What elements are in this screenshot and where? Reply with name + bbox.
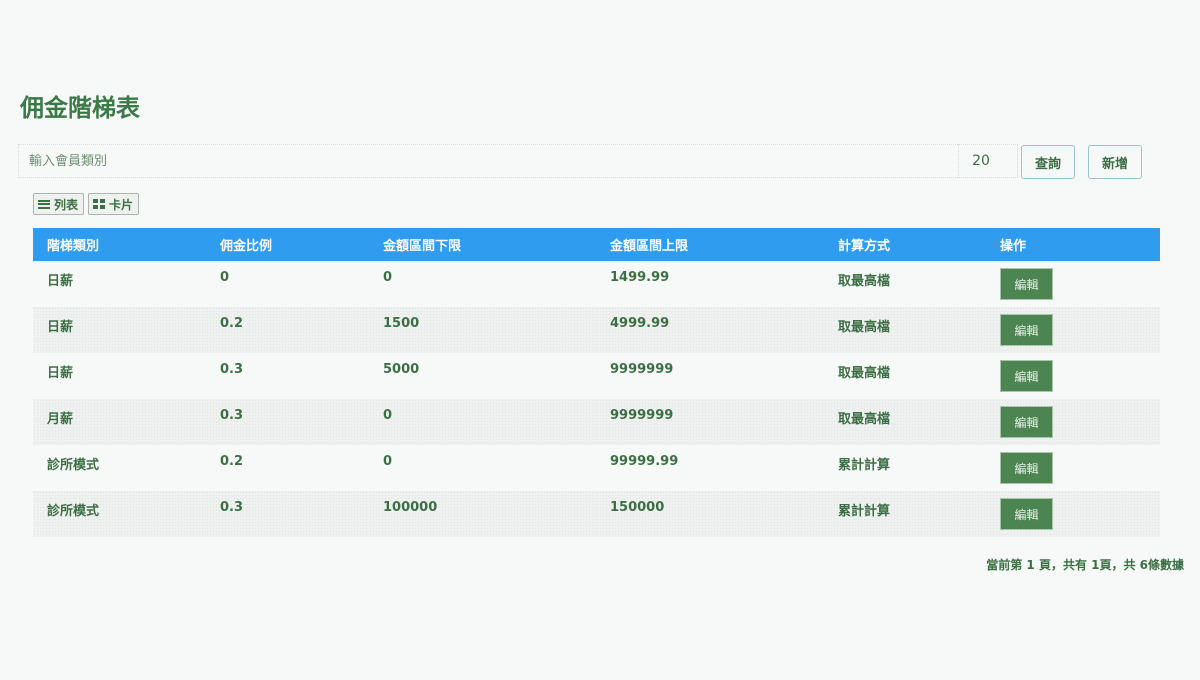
grid-icon: [93, 199, 105, 209]
table-cell: 9999999: [596, 399, 824, 445]
action-cell: 編輯: [986, 445, 1160, 491]
card-view-label: 卡片: [109, 197, 134, 212]
action-cell: 編輯: [986, 261, 1160, 307]
add-button[interactable]: 新增: [1088, 145, 1142, 179]
action-cell: 編輯: [986, 307, 1160, 353]
pagination-info: 當前第 1 頁，共有 1頁，共 6條數據: [986, 558, 1184, 572]
table-cell: 4999.99: [596, 307, 824, 353]
table-cell: 累計計算: [824, 491, 986, 537]
table-cell: 9999999: [596, 353, 824, 399]
edit-button[interactable]: 編輯: [1000, 360, 1053, 392]
table-cell: 診所模式: [33, 445, 206, 491]
table-cell: 診所模式: [33, 491, 206, 537]
table-row: 診所模式 0.3 100000 150000 累計計算 編輯: [33, 491, 1160, 537]
table-cell: 0.2: [206, 445, 369, 491]
commission-table: 階梯類別 佣金比例 金額區間下限 金額區間上限 計算方式 操作 日薪 0 0 1…: [33, 228, 1160, 537]
column-header: 階梯類別: [47, 239, 100, 254]
table-cell: 99999.99: [596, 445, 824, 491]
table-cell: 日薪: [33, 353, 206, 399]
table-cell: 取最高檔: [824, 399, 986, 445]
table-cell: 0: [369, 445, 596, 491]
column-header: 佣金比例: [220, 239, 273, 254]
table-header-row: 階梯類別 佣金比例 金額區間下限 金額區間上限 計算方式 操作: [33, 228, 1160, 261]
search-bar: 20: [18, 144, 1018, 178]
list-view-button[interactable]: 列表: [33, 193, 84, 215]
action-cell: 編輯: [986, 491, 1160, 537]
edit-button[interactable]: 編輯: [1000, 498, 1053, 530]
table-cell: 1499.99: [596, 261, 824, 307]
page-title: 佣金階梯表: [20, 94, 140, 122]
action-cell: 編輯: [986, 353, 1160, 399]
table-cell: 日薪: [33, 307, 206, 353]
table-cell: 0.3: [206, 353, 369, 399]
edit-button[interactable]: 編輯: [1000, 268, 1053, 300]
table-row: 日薪 0.2 1500 4999.99 取最高檔 編輯: [33, 307, 1160, 353]
table-cell: 取最高檔: [824, 261, 986, 307]
page-size-field[interactable]: 20: [958, 144, 1018, 178]
table-row: 日薪 0.3 5000 9999999 取最高檔 編輯: [33, 353, 1160, 399]
list-icon: [38, 199, 50, 209]
table-cell: 0: [369, 399, 596, 445]
edit-button[interactable]: 編輯: [1000, 406, 1053, 438]
table-cell: 取最高檔: [824, 307, 986, 353]
edit-button[interactable]: 編輯: [1000, 452, 1053, 484]
table-cell: 100000: [369, 491, 596, 537]
list-view-label: 列表: [54, 197, 79, 212]
table-cell: 150000: [596, 491, 824, 537]
query-button[interactable]: 查詢: [1021, 145, 1075, 179]
table-cell: 取最高檔: [824, 353, 986, 399]
table-row: 日薪 0 0 1499.99 取最高檔 編輯: [33, 261, 1160, 307]
column-header: 金額區間上限: [610, 239, 689, 254]
table-row: 月薪 0.3 0 9999999 取最高檔 編輯: [33, 399, 1160, 445]
table-cell: 0.3: [206, 399, 369, 445]
table-cell: 0: [369, 261, 596, 307]
table-cell: 累計計算: [824, 445, 986, 491]
table-cell: 1500: [369, 307, 596, 353]
column-header: 操作: [1000, 239, 1027, 254]
table-cell: 0: [206, 261, 369, 307]
edit-button[interactable]: 編輯: [1000, 314, 1053, 346]
column-header: 計算方式: [838, 239, 891, 254]
table-cell: 0.3: [206, 491, 369, 537]
table-cell: 月薪: [33, 399, 206, 445]
column-header: 金額區間下限: [383, 239, 462, 254]
table-cell: 日薪: [33, 261, 206, 307]
table-cell: 5000: [369, 353, 596, 399]
card-view-button[interactable]: 卡片: [88, 193, 139, 215]
table-row: 診所模式 0.2 0 99999.99 累計計算 編輯: [33, 445, 1160, 491]
table-cell: 0.2: [206, 307, 369, 353]
action-cell: 編輯: [986, 399, 1160, 445]
search-input[interactable]: [18, 144, 959, 178]
